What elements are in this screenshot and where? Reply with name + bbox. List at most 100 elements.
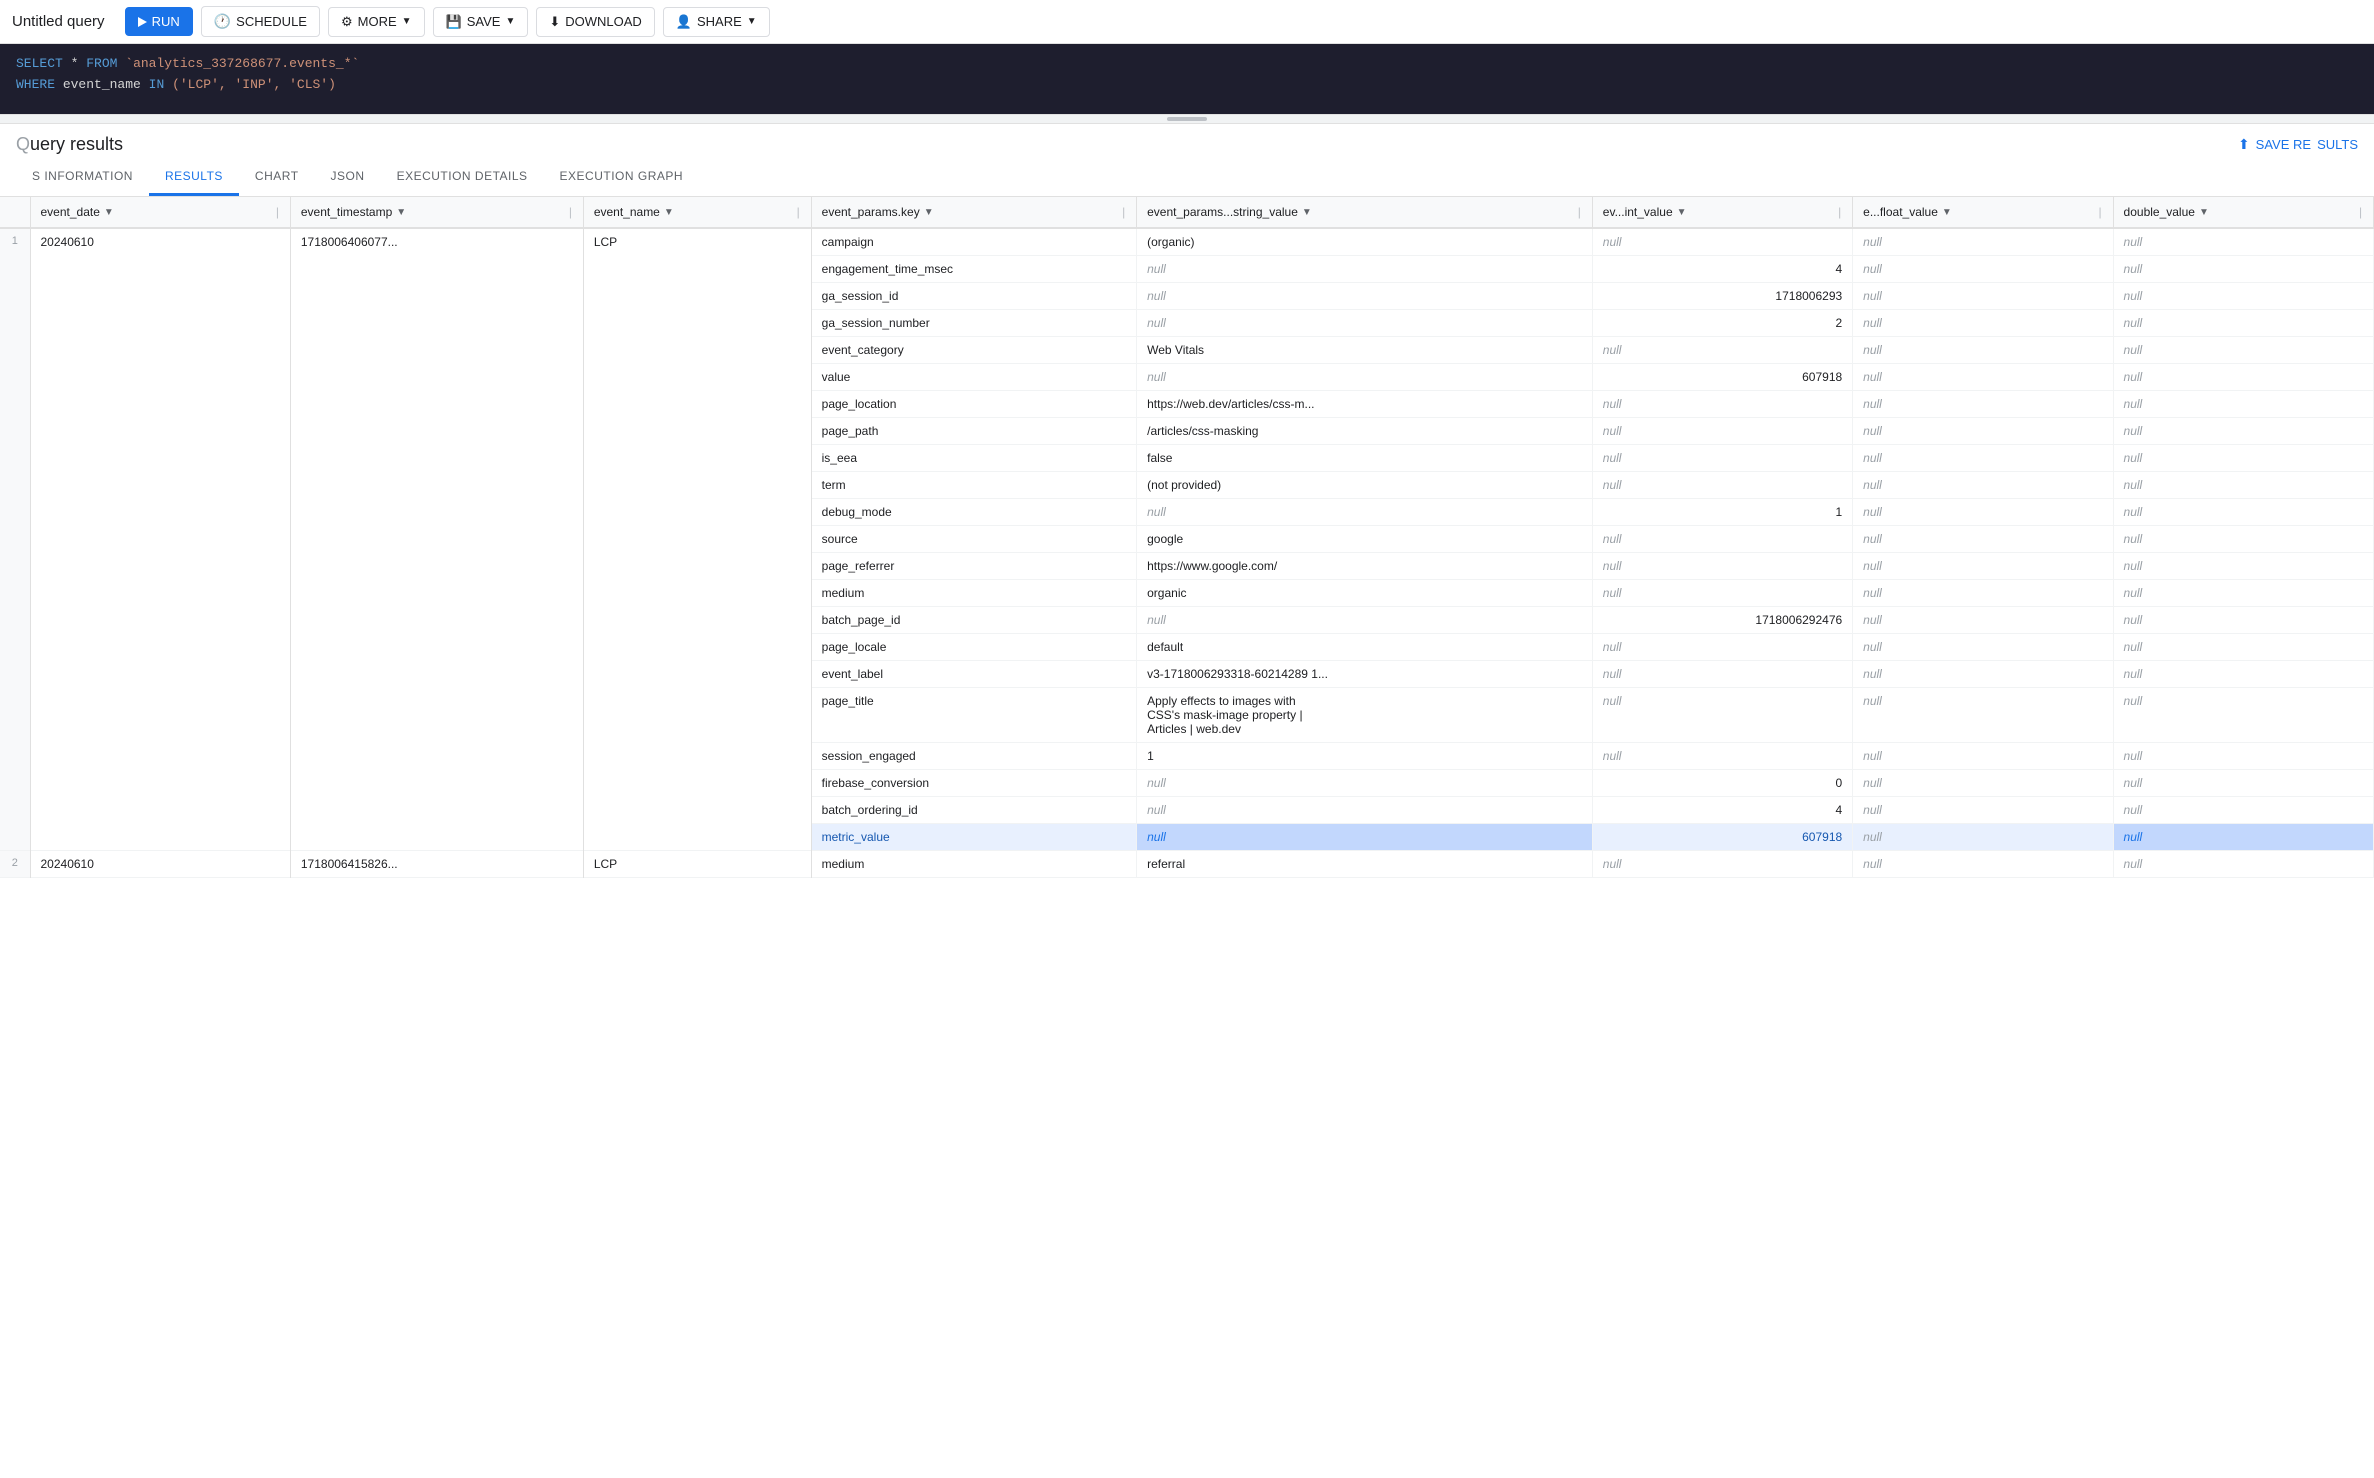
resize-col-event-timestamp[interactable]: | [569,205,573,219]
tab-execution-graph[interactable]: EXECUTION GRAPH [544,159,700,196]
resize-col-float-value[interactable]: | [2099,205,2103,219]
save-button[interactable]: 💾 SAVE ▼ [433,7,529,37]
col-params-int-value[interactable]: ev...int_value ▼ | [1592,197,1852,228]
table-cell-int-value: 1 [1592,499,1852,526]
table-cell-string-value: /articles/css-masking [1137,418,1593,445]
sql-line-1: SELECT * FROM `analytics_337268677.event… [16,54,2358,75]
table-cell-float-value: null [1853,445,2113,472]
table-row-num: 2 [0,851,30,878]
col-event-timestamp[interactable]: event_timestamp ▼ | [290,197,583,228]
tab-execution-details[interactable]: EXECUTION DETAILS [381,159,544,196]
table-cell-key: firebase_conversion [811,770,1136,797]
table-cell-float-value: null [1853,661,2113,688]
table-cell-key: is_eea [811,445,1136,472]
col-event-date[interactable]: event_date ▼ | [30,197,290,228]
table-cell-key: event_category [811,337,1136,364]
table-cell-key: batch_page_id [811,607,1136,634]
table-cell-int-value: null [1592,851,1852,878]
tab-information[interactable]: S INFORMATION [16,159,149,196]
results-table-container[interactable]: event_date ▼ | event_timestamp ▼ | [0,197,2374,878]
table-cell-float-value: null [1853,337,2113,364]
table-cell-float-value: null [1853,472,2113,499]
table-cell-string-value: null [1137,310,1593,337]
table-cell-double-value: null [2113,310,2373,337]
table-cell-int-value: null [1592,743,1852,770]
col-params-string-value[interactable]: event_params...string_value ▼ | [1137,197,1593,228]
download-button[interactable]: ⬇ DOWNLOAD [536,7,654,37]
table-cell-int-value: 2 [1592,310,1852,337]
chevron-down-icon: ▼ [402,16,412,27]
table-cell-string-value: (not provided) [1137,472,1593,499]
table-cell-string-value: null [1137,607,1593,634]
resize-col-event-name[interactable]: | [797,205,801,219]
more-button[interactable]: ⚙ MORE ▼ [328,7,425,37]
col-double-value[interactable]: double_value ▼ | [2113,197,2373,228]
table-cell-double-value: null [2113,228,2373,256]
table-cell-string-value: null [1137,770,1593,797]
table-cell-int-value: 1718006293 [1592,283,1852,310]
tab-results[interactable]: RESULTS [149,159,239,196]
table-cell-key: value [811,364,1136,391]
table-cell-key: medium [811,580,1136,607]
run-button[interactable]: RUN [125,7,193,36]
table-cell-key: batch_ordering_id [811,797,1136,824]
page-title: Untitled query [12,13,105,30]
table-cell-key: engagement_time_msec [811,256,1136,283]
table-cell-key: page_title [811,688,1136,743]
sql-editor[interactable]: SELECT * FROM `analytics_337268677.event… [0,44,2374,114]
col-params-float-value[interactable]: e...float_value ▼ | [1853,197,2113,228]
table-cell-event-name: LCP [583,851,811,878]
table-cell-double-value: null [2113,580,2373,607]
table-row-num: 1 [0,228,30,851]
resize-col-int-value[interactable]: | [1838,205,1842,219]
resize-col-event-date[interactable]: | [276,205,280,219]
table-cell-double-value: null [2113,607,2373,634]
results-title: Query results [16,134,123,155]
table-cell-key: page_referrer [811,553,1136,580]
table-cell-int-value: null [1592,337,1852,364]
table-cell-double-value: null [2113,526,2373,553]
results-section: Query results ⬆ SAVE RESULTS S INFORMATI… [0,124,2374,878]
table-cell-double-value: null [2113,797,2373,824]
table-cell-string-value: v3-1718006293318-60214289 1... [1137,661,1593,688]
resize-col-double-value[interactable]: | [2359,205,2363,219]
table-cell-key: session_engaged [811,743,1136,770]
table-cell-int-value: null [1592,553,1852,580]
table-cell-key: source [811,526,1136,553]
sort-icon: ▼ [1302,207,1312,218]
sort-icon: ▼ [664,207,674,218]
table-cell-string-value: false [1137,445,1593,472]
table-cell-int-value: null [1592,634,1852,661]
download-icon: ⬇ [549,14,560,30]
gear-icon: ⚙ [341,14,353,30]
table-cell-float-value: null [1853,607,2113,634]
schedule-button[interactable]: 🕐 SCHEDULE [201,6,320,37]
table-cell-float-value: null [1853,824,2113,851]
sort-icon: ▼ [924,207,934,218]
table-cell-int-value: 0 [1592,770,1852,797]
table-cell-double-value: null [2113,364,2373,391]
table-cell-double-value: null [2113,472,2373,499]
table-cell-key: ga_session_number [811,310,1136,337]
resize-col-params-key[interactable]: | [1122,205,1126,219]
table-cell-string-value: null [1137,283,1593,310]
table-cell-event-timestamp: 1718006406077... [290,228,583,851]
save-results-button[interactable]: ⬆ SAVE RESULTS [2238,136,2358,153]
table-cell-string-value: Web Vitals [1137,337,1593,364]
resize-col-string-value[interactable]: | [1578,205,1582,219]
tab-chart[interactable]: CHART [239,159,315,196]
resize-handle[interactable] [0,114,2374,124]
table-cell-string-value: (organic) [1137,228,1593,256]
table-cell-float-value: null [1853,391,2113,418]
table-cell-double-value: null [2113,770,2373,797]
tab-json[interactable]: JSON [315,159,381,196]
table-cell-string-value: null [1137,364,1593,391]
table-cell-float-value: null [1853,499,2113,526]
chevron-down-icon: ▼ [505,16,515,27]
table-cell-key: event_label [811,661,1136,688]
col-params-key[interactable]: event_params.key ▼ | [811,197,1136,228]
table-header-row: event_date ▼ | event_timestamp ▼ | [0,197,2374,228]
share-button[interactable]: 👤 SHARE ▼ [663,7,770,37]
col-event-name[interactable]: event_name ▼ | [583,197,811,228]
table-cell-int-value: null [1592,472,1852,499]
